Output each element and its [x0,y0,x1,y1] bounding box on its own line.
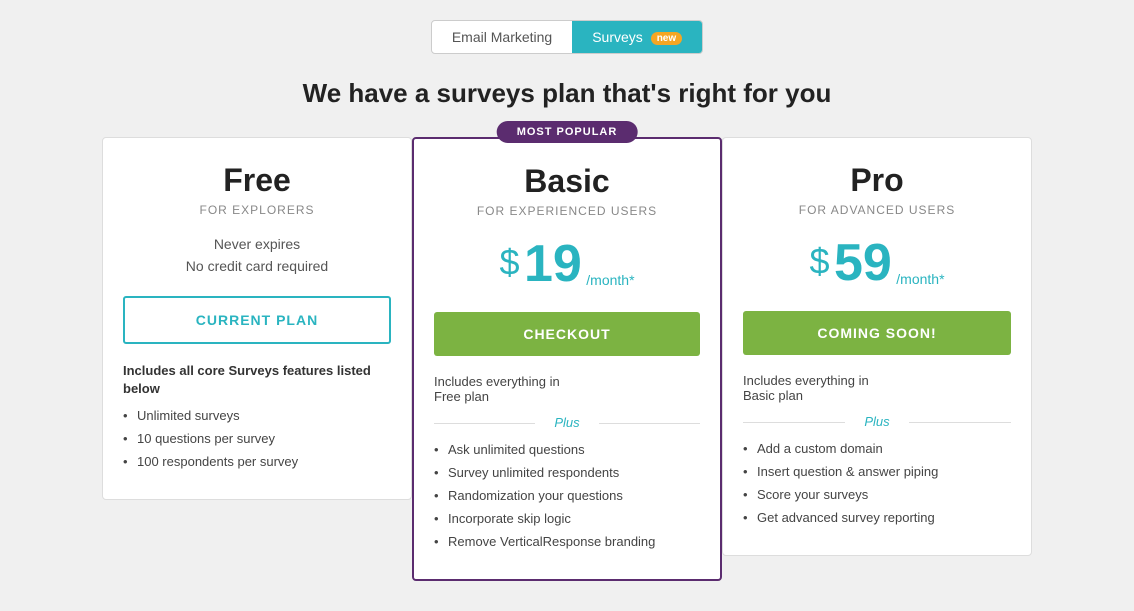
current-plan-button[interactable]: CURRENT PLAN [123,296,391,344]
features-intro-free: Includes all core Surveys features liste… [123,362,391,398]
price-value-basic: 19 [524,235,582,293]
plan-subtitle-free: FOR EXPLORERS [123,203,391,217]
plan-price-pro: $ 59 /month* [743,233,1011,293]
features-list-free: Unlimited surveys 10 questions per surve… [123,408,391,469]
plan-card-basic: MOST POPULAR Basic FOR EXPERIENCED USERS… [412,137,722,581]
price-value-pro: 59 [834,234,892,292]
coming-soon-button[interactable]: COMING SOON! [743,311,1011,355]
checkout-button[interactable]: CHECKOUT [434,312,700,356]
price-period-pro: /month* [896,271,944,287]
includes-label-pro: Includes everything in [743,373,869,388]
free-credit-text: No credit card required [123,255,391,277]
plan-subtitle-basic: FOR EXPERIENCED USERS [434,204,700,218]
list-item: Survey unlimited respondents [434,465,700,480]
plan-name-pro: Pro [743,162,1011,199]
includes-text-basic: Includes everything in Free plan [434,374,700,404]
features-list-pro: Add a custom domain Insert question & an… [743,441,1011,525]
plus-divider-basic: Plus [434,414,700,432]
plans-container: Free FOR EXPLORERS Never expires No cred… [77,137,1057,581]
most-popular-banner: MOST POPULAR [497,121,638,143]
plan-price-basic: $ 19 /month* [434,234,700,294]
list-item: 10 questions per survey [123,431,391,446]
list-item: Get advanced survey reporting [743,510,1011,525]
plan-name-basic: Basic [434,163,700,200]
list-item: Incorporate skip logic [434,511,700,526]
free-expires-text: Never expires [123,233,391,255]
tab-email-marketing[interactable]: Email Marketing [432,21,572,53]
tab-surveys-label: Surveys [592,29,643,45]
plus-text-pro: Plus [864,414,889,429]
price-dollar-pro: $ [809,241,829,282]
plan-card-pro: Pro FOR ADVANCED USERS $ 59 /month* COMI… [722,137,1032,556]
list-item: 100 respondents per survey [123,454,391,469]
list-item: Add a custom domain [743,441,1011,456]
plan-subtitle-pro: FOR ADVANCED USERS [743,203,1011,217]
list-item: Insert question & answer piping [743,464,1011,479]
plan-name-free: Free [123,162,391,199]
list-item: Ask unlimited questions [434,442,700,457]
tab-surveys[interactable]: Surveys new [572,21,702,53]
list-item: Randomization your questions [434,488,700,503]
tab-switcher: Email Marketing Surveys new [431,20,703,54]
includes-plan-pro: Basic plan [743,388,803,403]
includes-label-basic: Includes everything in [434,374,560,389]
free-plan-info: Never expires No credit card required [123,233,391,278]
includes-plan-basic: Free plan [434,389,489,404]
list-item: Score your surveys [743,487,1011,502]
includes-text-pro: Includes everything in Basic plan [743,373,1011,403]
price-period-basic: /month* [586,272,634,288]
price-dollar-basic: $ [499,242,519,283]
plus-divider-pro: Plus [743,413,1011,431]
plus-text-basic: Plus [554,415,579,430]
features-list-basic: Ask unlimited questions Survey unlimited… [434,442,700,549]
page-title: We have a surveys plan that's right for … [303,78,832,109]
list-item: Unlimited surveys [123,408,391,423]
list-item: Remove VerticalResponse branding [434,534,700,549]
surveys-new-badge: new [651,32,682,45]
plan-card-free: Free FOR EXPLORERS Never expires No cred… [102,137,412,500]
